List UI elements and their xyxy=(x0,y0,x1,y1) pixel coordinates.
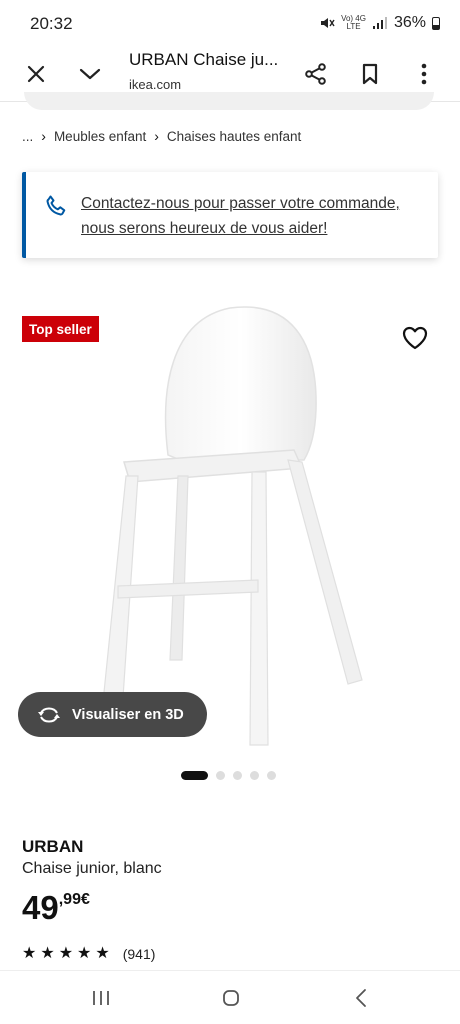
breadcrumb-ellipsis[interactable]: ... xyxy=(22,129,33,144)
recents-icon xyxy=(93,991,109,1005)
battery-percent: 36% xyxy=(393,14,426,31)
product-description: Chaise junior, blanc xyxy=(22,860,162,877)
signal-icon xyxy=(372,17,387,29)
breadcrumb-separator-icon: › xyxy=(154,128,159,144)
rotate-3d-icon xyxy=(38,706,60,723)
product-name: URBAN xyxy=(22,837,84,856)
rating-count[interactable]: (941) xyxy=(123,946,156,962)
star-icon: ★ xyxy=(22,945,37,962)
battery-icon xyxy=(432,16,440,30)
star-icon: ★ xyxy=(58,945,74,962)
mute-icon xyxy=(321,18,335,28)
status-icons: Vo) 4G LTE 36% xyxy=(319,14,440,32)
bookmark-icon xyxy=(362,63,378,85)
status-bar: 20:32 Vo) 4G LTE 36% xyxy=(0,0,460,46)
status-time: 20:32 xyxy=(30,14,73,33)
network-label: Vo) 4G LTE xyxy=(341,15,366,31)
page-url[interactable]: ikea.com xyxy=(129,77,181,92)
price-currency: € xyxy=(80,891,90,908)
menu-button[interactable] xyxy=(406,56,442,92)
view-3d-label: Visualiser en 3D xyxy=(72,706,184,723)
close-icon xyxy=(27,65,45,83)
more-vertical-icon xyxy=(421,63,427,85)
home-icon xyxy=(223,990,239,1006)
price-decimal: ,99 xyxy=(58,891,81,908)
contact-banner: Contactez-nous pour passer votre command… xyxy=(22,172,438,258)
price-integer: 49 xyxy=(22,889,59,926)
breadcrumb: ... › Meubles enfant › Chaises hautes en… xyxy=(22,128,301,144)
product-rating[interactable]: ★ ★ ★ ★ ★ (941) xyxy=(22,945,156,963)
collapse-button[interactable] xyxy=(72,56,108,92)
chevron-down-icon xyxy=(79,68,101,80)
close-button[interactable] xyxy=(18,56,54,92)
breadcrumb-item-chaises-hautes[interactable]: Chaises hautes enfant xyxy=(167,129,301,144)
bookmark-button[interactable] xyxy=(352,56,388,92)
phone-icon xyxy=(46,195,66,216)
carousel-indicator xyxy=(181,771,276,780)
share-button[interactable] xyxy=(298,56,334,92)
carousel-dot[interactable] xyxy=(233,771,242,780)
system-nav-bar xyxy=(0,970,460,1024)
heart-icon[interactable] xyxy=(401,324,429,352)
breadcrumb-separator-icon: › xyxy=(41,128,46,144)
product-price: 49 ,99 € xyxy=(22,888,90,928)
star-icon: ★ xyxy=(95,945,110,962)
home-button[interactable] xyxy=(216,985,246,1011)
page-title[interactable]: URBAN Chaise ju... xyxy=(129,50,289,70)
view-3d-button[interactable]: Visualiser en 3D xyxy=(18,692,207,737)
star-icon: ★ xyxy=(40,945,55,962)
contact-link[interactable]: Contactez-nous pour passer votre command… xyxy=(81,191,431,241)
carousel-dot[interactable] xyxy=(216,771,225,780)
carousel-dot[interactable] xyxy=(181,771,208,780)
search-bar-remnant[interactable] xyxy=(24,92,434,110)
back-icon xyxy=(356,989,366,1007)
product-image[interactable] xyxy=(90,300,380,750)
star-icon: ★ xyxy=(77,945,92,962)
carousel-dot[interactable] xyxy=(267,771,276,780)
network-bottom: LTE xyxy=(346,22,361,31)
back-button[interactable] xyxy=(346,985,376,1011)
recents-button[interactable] xyxy=(86,985,116,1011)
breadcrumb-item-meubles-enfant[interactable]: Meubles enfant xyxy=(54,129,146,144)
share-icon xyxy=(305,63,326,85)
carousel-dot[interactable] xyxy=(250,771,259,780)
top-seller-badge: Top seller xyxy=(22,316,99,342)
